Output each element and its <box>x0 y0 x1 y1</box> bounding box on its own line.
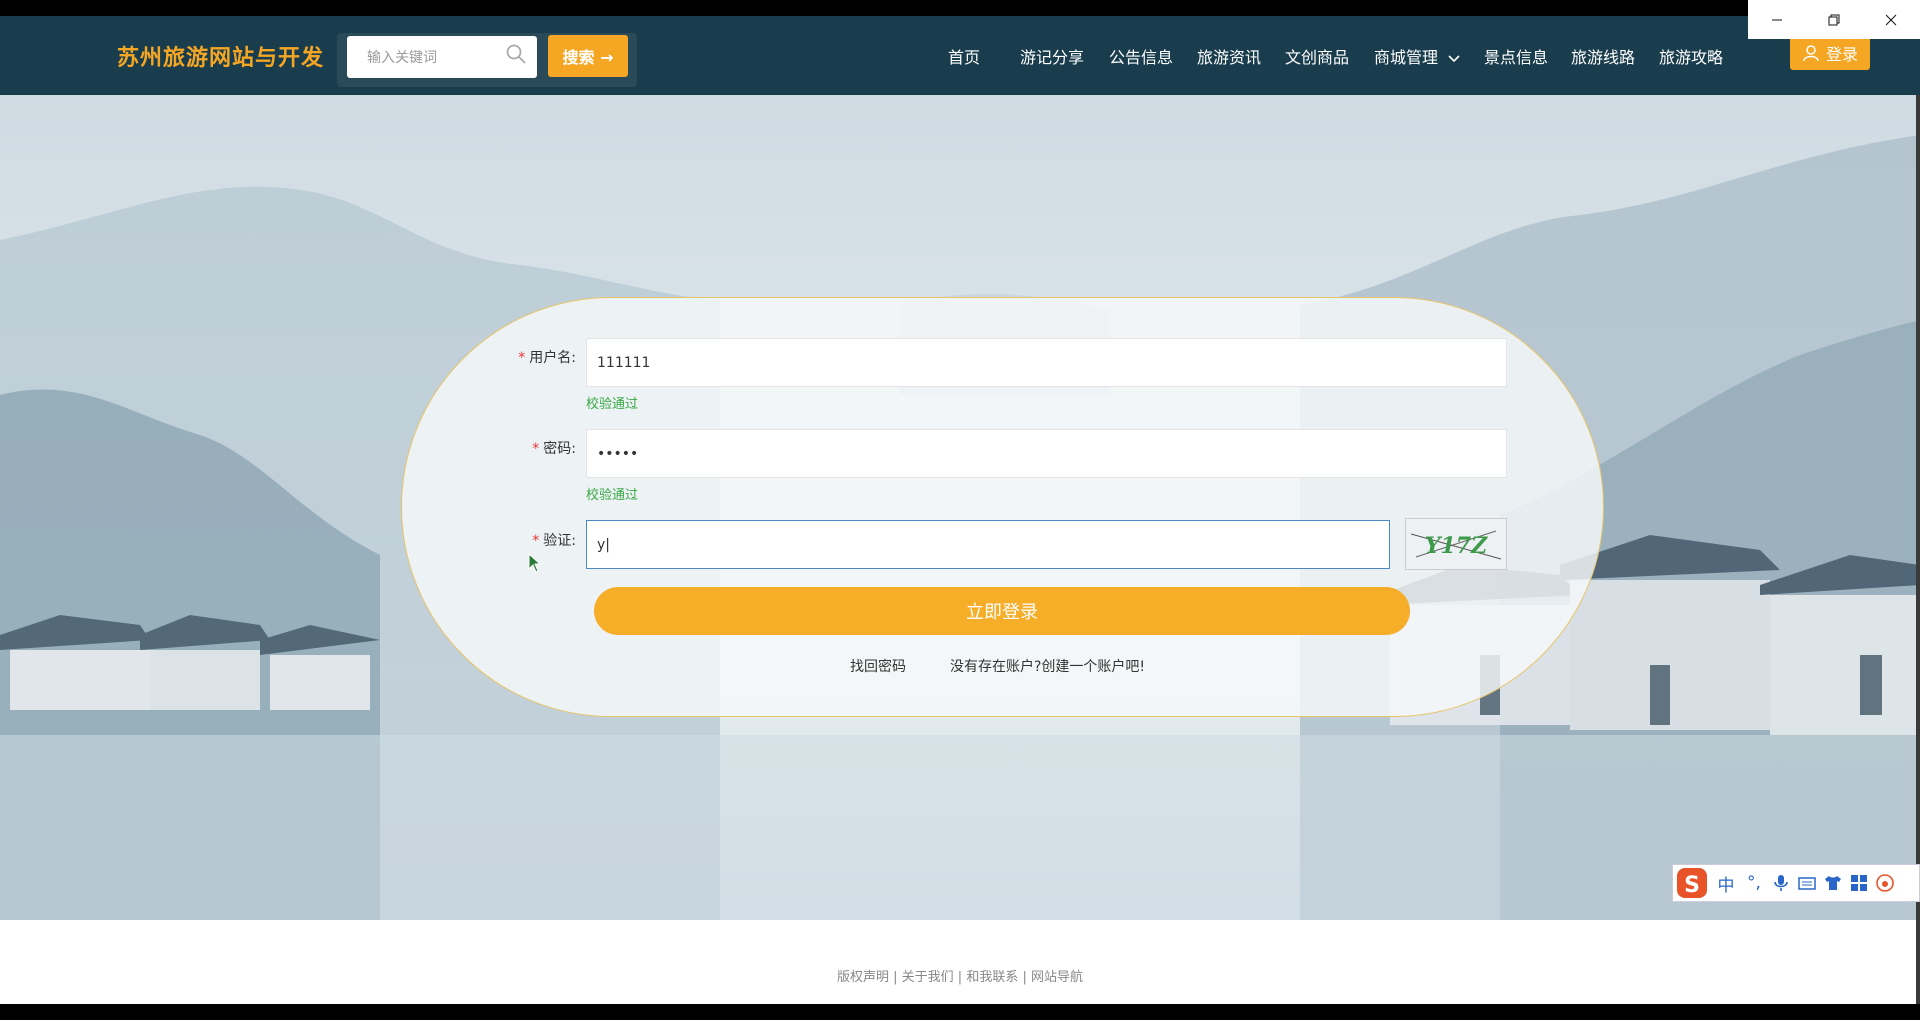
password-field[interactable]: ••••• <box>586 429 1507 478</box>
ime-punctuation[interactable]: °, <box>1743 873 1765 893</box>
restore-button[interactable] <box>1805 0 1862 39</box>
nav-item-travel-guides[interactable]: 旅游攻略 <box>1659 44 1723 68</box>
username-validation: 校验通过 <box>586 397 639 412</box>
site-brand[interactable]: 苏州旅游网站与开发 <box>117 40 324 72</box>
chevron-down-icon <box>1448 54 1460 62</box>
search-placeholder: 输入关键词 <box>367 50 437 66</box>
password-validation: 校验通过 <box>586 488 639 503</box>
nav-item-travel-news[interactable]: 旅游资讯 <box>1197 44 1261 68</box>
ime-chinese-mode[interactable]: 中 <box>1715 871 1737 896</box>
minimize-icon <box>1771 19 1782 20</box>
nav-item-home[interactable]: 首页 <box>948 44 980 68</box>
ime-toolbar[interactable]: S 中 °, <box>1672 864 1920 902</box>
microphone-icon[interactable] <box>1771 873 1791 893</box>
user-icon <box>1803 45 1819 62</box>
username-label: * 用户名: <box>518 350 576 366</box>
login-submit-button[interactable]: 立即登录 <box>594 587 1410 635</box>
restore-icon <box>1828 14 1839 25</box>
svg-text:S: S <box>1684 873 1700 898</box>
toolbox-grid-icon[interactable] <box>1849 873 1869 893</box>
nav-item-travel-routes[interactable]: 旅游线路 <box>1571 44 1635 68</box>
captcha-text: Y17Z <box>1425 533 1488 559</box>
minimize-button[interactable] <box>1748 0 1805 39</box>
sogou-logo-icon: S <box>1677 868 1707 898</box>
window-top-strip <box>0 0 1920 16</box>
forgot-password-link[interactable]: 找回密码 <box>850 656 906 676</box>
nav-item-announcements[interactable]: 公告信息 <box>1109 44 1173 68</box>
footer-links[interactable]: 版权声明 | 关于我们 | 和我联系 | 网站导航 <box>0 966 1920 985</box>
nav-item-mall-management[interactable]: 商城管理 <box>1374 44 1461 68</box>
nav-item-travel-notes[interactable]: 游记分享 <box>1020 44 1084 68</box>
nav-item-scenic-spots[interactable]: 景点信息 <box>1484 44 1548 68</box>
skin-shirt-icon[interactable] <box>1823 873 1843 893</box>
top-login-label: 登录 <box>1825 45 1858 64</box>
close-icon <box>1885 14 1896 25</box>
captcha-field[interactable]: y| <box>586 520 1390 569</box>
close-button[interactable] <box>1862 0 1919 39</box>
captcha-image[interactable]: Y17Z <box>1405 518 1507 570</box>
window-bottom-strip <box>0 1004 1920 1020</box>
register-link[interactable]: 没有存在账户?创建一个账户吧! <box>950 656 1145 676</box>
nav-item-cultural-goods[interactable]: 文创商品 <box>1285 44 1349 68</box>
search-icon[interactable] <box>505 43 527 65</box>
keyboard-icon[interactable] <box>1797 873 1817 893</box>
search-button[interactable]: 搜索 → <box>548 35 628 77</box>
captcha-graphic: Y17Z <box>1410 530 1502 560</box>
top-login-button[interactable]: 登录 <box>1790 36 1870 70</box>
page-footer: 版权声明 | 关于我们 | 和我联系 | 网站导航 <box>0 920 1920 1004</box>
nav-item-mall-label: 商城管理 <box>1374 48 1439 67</box>
window-controls <box>1748 0 1920 39</box>
ime-mascot-icon[interactable] <box>1875 873 1895 893</box>
captcha-label: * 验证: <box>532 533 576 549</box>
username-field[interactable]: 111111 <box>586 338 1507 387</box>
password-label: * 密码: <box>532 441 576 457</box>
mouse-cursor-icon <box>528 553 542 573</box>
